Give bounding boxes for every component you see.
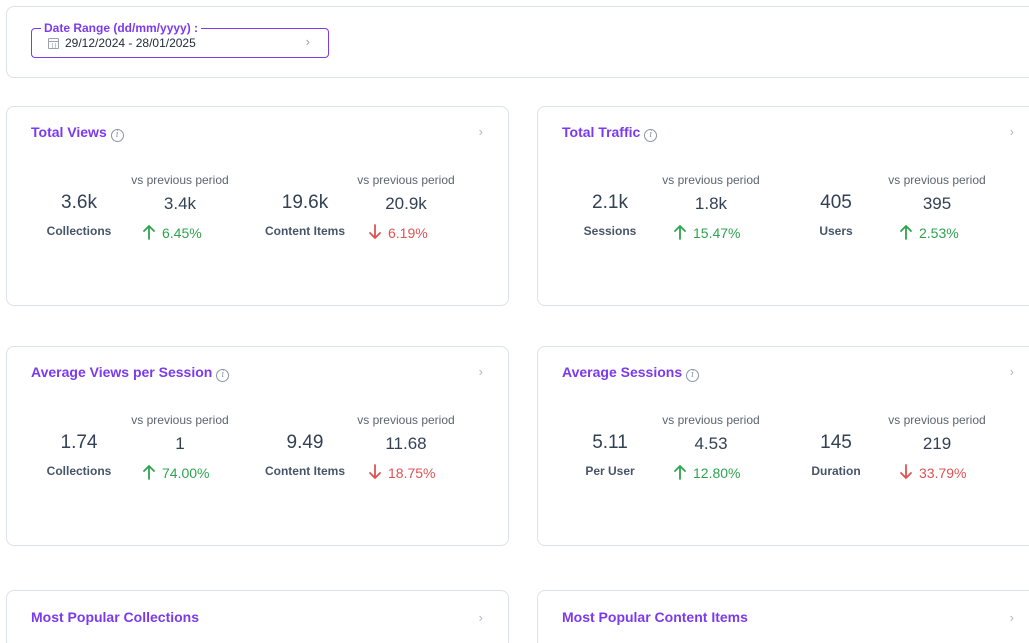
chevron-right-icon[interactable]: › xyxy=(1010,611,1014,625)
metric-value: 145 xyxy=(820,432,852,453)
change-percent: 33.79% xyxy=(919,465,967,481)
change-percent: 74.00% xyxy=(162,465,210,481)
metric-value: 9.49 xyxy=(286,432,324,453)
previous-value: 219 xyxy=(922,434,952,453)
arrow-down-icon xyxy=(369,464,381,479)
previous-value: 3.4k xyxy=(163,194,197,213)
metric-label: Users xyxy=(819,224,853,238)
total-views-title: Total Views xyxy=(31,124,107,140)
metric-value: 5.11 xyxy=(592,432,628,453)
metric-content-items: vs previous period 19.6k 20.9k Content Item… xyxy=(249,172,484,252)
date-range-value: 29/12/2024 - 28/01/2025 xyxy=(65,36,196,50)
chevron-right-icon[interactable]: › xyxy=(479,125,483,139)
vs-previous-label: vs previous period xyxy=(662,173,760,187)
avg-sessions-title: Average Sessions xyxy=(562,364,683,380)
previous-value: 11.68 xyxy=(385,434,427,453)
vs-previous-label: vs previous period xyxy=(357,413,455,427)
chevron-right-icon: › xyxy=(305,34,310,49)
change-indicator: 6.19% xyxy=(367,224,467,242)
date-range-label: Date Range (dd/mm/yyyy) : xyxy=(41,21,202,35)
info-icon[interactable]: i xyxy=(216,369,230,382)
metric-label: Content Items xyxy=(264,464,345,478)
info-icon[interactable]: i xyxy=(110,129,124,142)
change-indicator: 12.80% xyxy=(672,464,772,482)
metric-label: Content Items xyxy=(264,224,345,238)
card-title: Total Views i xyxy=(31,124,124,142)
metric-collections: vs previous period 1.74 1 Collections 74.00% xyxy=(23,412,258,492)
total-views-card: Total Views i › vs previous period 3.6k 3.4… xyxy=(6,106,509,306)
change-indicator: 33.79% xyxy=(898,464,998,482)
arrow-up-icon xyxy=(674,225,686,240)
metric-label: Per User xyxy=(585,464,635,478)
metric-value: 405 xyxy=(820,192,852,213)
avg-sessions-card: Average Sessions i › vs previous period 5.… xyxy=(537,346,1029,546)
change-percent: 6.45% xyxy=(162,225,202,241)
change-indicator: 18.75% xyxy=(367,464,467,482)
arrow-up-icon xyxy=(674,465,686,480)
chevron-right-icon[interactable]: › xyxy=(479,365,483,379)
metric-duration: vs previous period 145 219 Duration 33.79% xyxy=(780,412,1015,492)
card-title: Average Sessions i xyxy=(562,364,700,382)
vs-previous-label: vs previous period xyxy=(357,173,455,187)
popular-collections-card: Most Popular Collections › xyxy=(6,590,509,643)
change-percent: 15.47% xyxy=(693,225,741,241)
arrow-up-icon xyxy=(900,225,912,240)
previous-value: 4.53 xyxy=(694,434,728,453)
chevron-right-icon[interactable]: › xyxy=(479,611,483,625)
date-range-picker[interactable]: Date Range (dd/mm/yyyy) : 29/12/2024 - 2… xyxy=(31,21,329,58)
metric-label: Collections xyxy=(46,464,112,478)
metric-value: 2.1k xyxy=(592,192,628,213)
chevron-right-icon[interactable]: › xyxy=(1010,125,1014,139)
metric-value: 1.74 xyxy=(60,432,98,453)
info-icon[interactable]: i xyxy=(644,129,658,142)
change-indicator: 2.53% xyxy=(898,224,998,242)
change-percent: 12.80% xyxy=(693,465,741,481)
total-traffic-title: Total Traffic xyxy=(562,124,641,140)
metric-collections: vs previous period 3.6k 3.4k Collections 6.4… xyxy=(23,172,258,252)
arrow-down-icon xyxy=(369,224,381,239)
metric-users: vs previous period 405 395 Users 2.53% xyxy=(780,172,1015,252)
metric-sessions: vs previous period 2.1k 1.8k Sessions 15.47% xyxy=(554,172,789,252)
previous-value: 1 xyxy=(175,434,185,453)
arrow-down-icon xyxy=(900,464,912,479)
card-title: Average Views per Session i xyxy=(31,364,230,382)
chevron-right-icon[interactable]: › xyxy=(1010,365,1014,379)
metric-per-user: vs previous period 5.11 4.53 Per User 12.80% xyxy=(554,412,789,492)
popular-collections-title: Most Popular Collections xyxy=(31,609,200,625)
metric-label: Duration xyxy=(811,464,861,478)
total-traffic-card: Total Traffic i › vs previous period 2.1k 1… xyxy=(537,106,1029,306)
metric-label: Sessions xyxy=(583,224,637,238)
calendar-icon xyxy=(48,38,59,49)
change-percent: 2.53% xyxy=(919,225,959,241)
metric-value: 3.6k xyxy=(61,192,97,213)
filter-panel: Date Range (dd/mm/yyyy) : 29/12/2024 - 2… xyxy=(6,6,1029,78)
popular-content-title: Most Popular Content Items xyxy=(562,609,748,625)
previous-value: 395 xyxy=(922,194,952,213)
vs-previous-label: vs previous period xyxy=(888,413,986,427)
vs-previous-label: vs previous period xyxy=(888,173,986,187)
info-icon[interactable]: i xyxy=(686,369,700,382)
card-title: Total Traffic i xyxy=(562,124,658,142)
change-indicator: 74.00% xyxy=(141,464,241,482)
avg-views-per-session-title: Average Views per Session xyxy=(31,364,213,380)
avg-views-per-session-card: Average Views per Session i › vs previous… xyxy=(6,346,509,546)
change-percent: 6.19% xyxy=(388,225,428,241)
vs-previous-label: vs previous period xyxy=(662,413,760,427)
metric-value: 19.6k xyxy=(281,192,329,213)
arrow-up-icon xyxy=(143,465,155,480)
vs-previous-label: vs previous period xyxy=(131,173,229,187)
change-indicator: 15.47% xyxy=(672,224,772,242)
vs-previous-label: vs previous period xyxy=(131,413,229,427)
arrow-up-icon xyxy=(143,225,155,240)
change-indicator: 6.45% xyxy=(141,224,241,242)
previous-value: 1.8k xyxy=(694,194,728,213)
change-percent: 18.75% xyxy=(388,465,436,481)
metric-content-items: vs previous period 9.49 11.68 Content Items… xyxy=(249,412,484,492)
popular-content-card: Most Popular Content Items › xyxy=(537,590,1029,643)
metric-label: Collections xyxy=(46,224,112,238)
previous-value: 20.9k xyxy=(385,194,427,213)
